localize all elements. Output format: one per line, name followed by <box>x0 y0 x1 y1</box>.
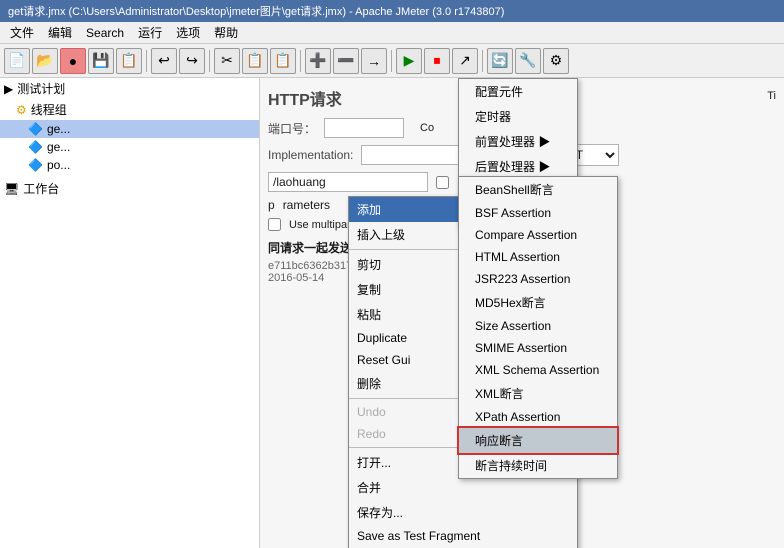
title-text: get请求.jmx (C:\Users\Administrator\Deskto… <box>8 3 504 19</box>
sep1 <box>146 50 147 72</box>
toolbar-refresh[interactable]: 🔄 <box>487 48 513 74</box>
submenu-add-timer[interactable]: 定时器 <box>459 104 577 129</box>
toolbar-redo[interactable]: ↪ <box>179 48 205 74</box>
sep4 <box>391 50 392 72</box>
toolbar-open[interactable]: 📂 <box>32 48 58 74</box>
sep2 <box>209 50 210 72</box>
tree-label-get1: ge... <box>47 122 70 136</box>
ctx-save-test-fragment[interactable]: Save as Test Fragment <box>349 525 577 547</box>
sep5 <box>482 50 483 72</box>
menu-help[interactable]: 帮助 <box>208 22 244 43</box>
ctx-add-label: 添加 <box>357 201 381 218</box>
toolbar-new[interactable]: 📄 <box>4 48 30 74</box>
ctx-undo-label: Undo <box>357 405 386 419</box>
toolbar-close[interactable]: ● <box>60 48 86 74</box>
submenu-add-preprocessor[interactable]: 前置处理器 ▶ <box>459 129 577 154</box>
context-menu-overlay: 添加 ▶ 插入上级 ▶ 剪切 Ctrl-X 复制 Ctrl-C 粘贴 <box>260 78 784 548</box>
tree-item-workbench[interactable]: 🖥 工作台 <box>0 178 259 199</box>
toolbar-undo[interactable]: ↩ <box>151 48 177 74</box>
tree-icon-threadgroup: ⚙ <box>16 103 27 117</box>
menu-options[interactable]: 选项 <box>170 22 206 43</box>
toolbar-save[interactable]: 💾 <box>88 48 114 74</box>
submenu-size[interactable]: Size Assertion <box>459 315 617 337</box>
tree-label-get2: ge... <box>47 140 70 154</box>
tree-icon-get2: 🔷 <box>28 140 43 154</box>
submenu-duration[interactable]: 断言持续时间 <box>459 453 617 478</box>
tree-item-get1[interactable]: 🔷 ge... <box>0 120 259 138</box>
menu-edit[interactable]: 编辑 <box>42 22 78 43</box>
ctx-saveas[interactable]: 保存为... <box>349 500 577 525</box>
right-panel: HTTP请求 Ti 端口号： Co Implementation: 方法： GE… <box>260 78 784 548</box>
left-panel: ▶ 测试计划 ⚙ 线程组 🔷 ge... 🔷 ge... 🔷 po... 🖥 工… <box>0 78 260 548</box>
tree-item-testplan[interactable]: ▶ 测试计划 <box>0 78 259 99</box>
tree-item-threadgroup[interactable]: ⚙ 线程组 <box>0 99 259 120</box>
tree-label-post: po... <box>47 158 70 172</box>
submenu-xml[interactable]: XML断言 <box>459 381 617 406</box>
toolbar-stop[interactable]: ⏹ <box>424 48 450 74</box>
toolbar-collapse[interactable]: ➖ <box>333 48 359 74</box>
toolbar-expand[interactable]: ➕ <box>305 48 331 74</box>
ctx-insert-parent-label: 插入上级 <box>357 226 405 243</box>
menu-run[interactable]: 运行 <box>132 22 168 43</box>
submenu-xml-schema[interactable]: XML Schema Assertion <box>459 359 617 381</box>
toolbar-cut[interactable]: ✂ <box>214 48 240 74</box>
submenu-xpath[interactable]: XPath Assertion <box>459 406 617 428</box>
ctx-copy-label: 复制 <box>357 281 381 298</box>
tree-item-post[interactable]: 🔷 po... <box>0 156 259 174</box>
tree-icon-workbench: 🖥 <box>4 182 19 196</box>
ctx-save-test-fragment-label: Save as Test Fragment <box>357 529 480 543</box>
menu-search[interactable]: Search <box>80 24 130 42</box>
tree-label-workbench: 工作台 <box>23 180 59 197</box>
ctx-paste-label: 粘贴 <box>357 306 381 323</box>
ctx-reset-gui-label: Reset Gui <box>357 353 410 367</box>
submenu-add-config[interactable]: 配置元件 <box>459 79 577 104</box>
menu-bar: 文件 编辑 Search 运行 选项 帮助 <box>0 22 784 44</box>
submenu-bsf[interactable]: BSF Assertion <box>459 202 617 224</box>
toolbar-paste[interactable]: 📋 <box>270 48 296 74</box>
main-layout: ▶ 测试计划 ⚙ 线程组 🔷 ge... 🔷 ge... 🔷 po... 🖥 工… <box>0 78 784 548</box>
submenu-jsr223[interactable]: JSR223 Assertion <box>459 268 617 290</box>
submenu-response-assertion[interactable]: 响应断言 <box>459 428 617 453</box>
tree-label-testplan: 测试计划 <box>17 80 65 97</box>
tree-icon-testplan: ▶ <box>4 82 13 96</box>
tree-icon-get1: 🔷 <box>28 122 43 136</box>
ctx-open-label: 打开... <box>357 454 391 471</box>
toolbar-config[interactable]: ⚙ <box>543 48 569 74</box>
ctx-delete-label: 删除 <box>357 375 381 392</box>
toolbar-copy[interactable]: 📋 <box>242 48 268 74</box>
ctx-saveas-label: 保存为... <box>357 504 403 521</box>
tree-icon-post: 🔷 <box>28 158 43 172</box>
submenu-html[interactable]: HTML Assertion <box>459 246 617 268</box>
ctx-redo-label: Redo <box>357 427 386 441</box>
tree-item-get2[interactable]: 🔷 ge... <box>0 138 259 156</box>
toolbar-remote[interactable]: ↗ <box>452 48 478 74</box>
ctx-duplicate-label: Duplicate <box>357 331 407 345</box>
menu-file[interactable]: 文件 <box>4 22 40 43</box>
toolbar-settings[interactable]: 🔧 <box>515 48 541 74</box>
submenu-beanshell[interactable]: BeanShell断言 <box>459 177 617 202</box>
toolbar-arrow[interactable]: → <box>361 48 387 74</box>
toolbar: 📄 📂 ● 💾 📋 ↩ ↪ ✂ 📋 📋 ➕ ➖ → ▶ ⏹ ↗ 🔄 🔧 ⚙ <box>0 44 784 78</box>
ctx-merge-label: 合并 <box>357 479 381 496</box>
toolbar-run[interactable]: ▶ <box>396 48 422 74</box>
sep3 <box>300 50 301 72</box>
submenu-smime[interactable]: SMIME Assertion <box>459 337 617 359</box>
submenu-assertion: BeanShell断言 BSF Assertion Compare Assert… <box>458 176 618 479</box>
tree-label-threadgroup: 线程组 <box>31 101 67 118</box>
ctx-cut-label: 剪切 <box>357 256 381 273</box>
submenu-md5hex[interactable]: MD5Hex断言 <box>459 290 617 315</box>
title-bar: get请求.jmx (C:\Users\Administrator\Deskto… <box>0 0 784 22</box>
toolbar-save2[interactable]: 📋 <box>116 48 142 74</box>
submenu-compare[interactable]: Compare Assertion <box>459 224 617 246</box>
